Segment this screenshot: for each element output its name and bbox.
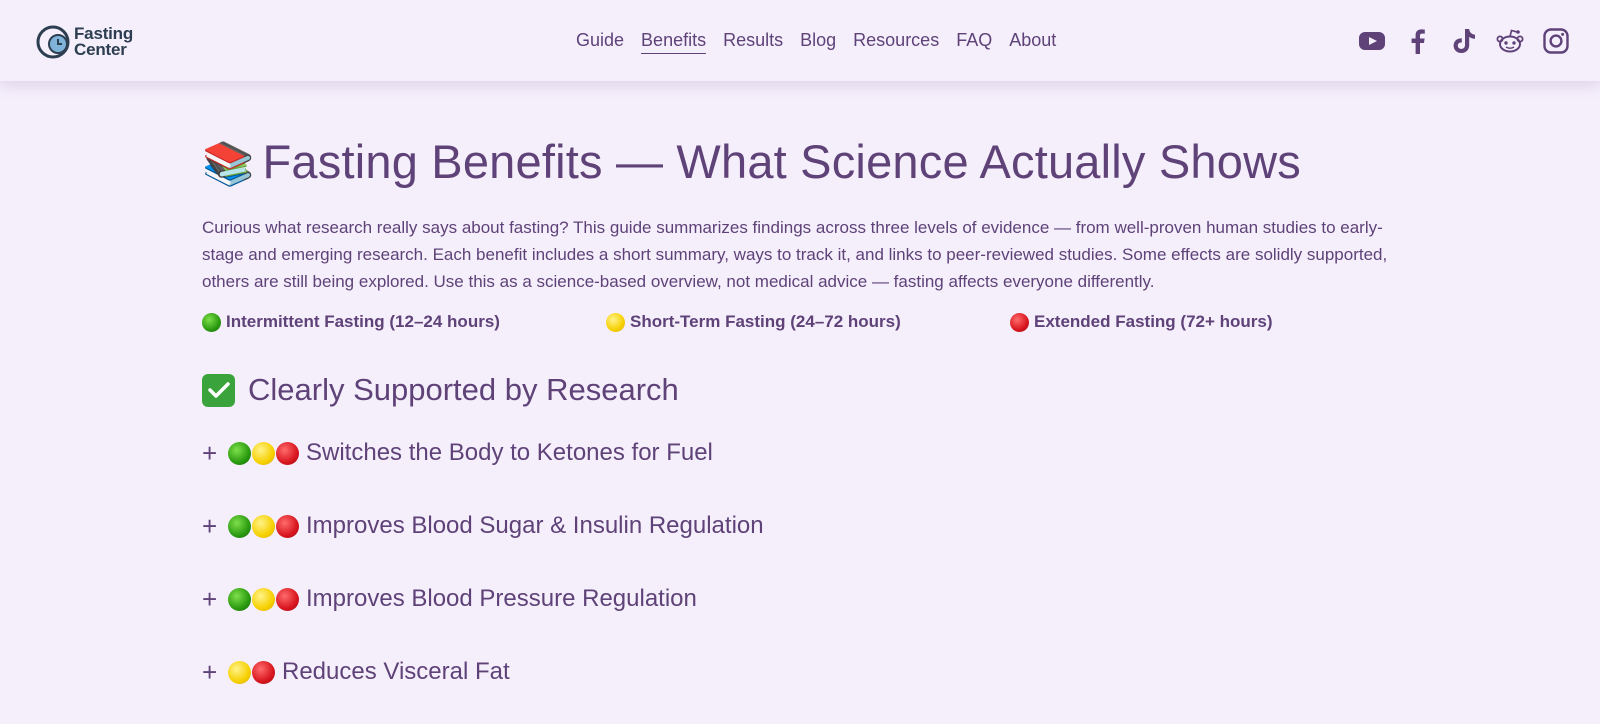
legend-label: Short-Term Fasting (24–72 hours) (630, 312, 901, 331)
red-dot-icon (252, 660, 275, 684)
main-content: 📚 Fasting Benefits — What Science Actuall… (202, 100, 1422, 724)
logo-text: Fasting Center (74, 25, 133, 59)
logo-line-2: Center (74, 40, 127, 59)
legend-item-extended: Extended Fasting (72+ hours) (1010, 312, 1273, 332)
yellow-dot-icon (252, 441, 275, 465)
expand-plus-icon[interactable]: + (202, 584, 228, 615)
expand-plus-icon[interactable]: + (202, 438, 228, 469)
benefit-label: Switches the Body to Ketones for Fuel (306, 439, 713, 466)
youtube-icon[interactable] (1358, 27, 1386, 55)
nav-faq[interactable]: FAQ (956, 30, 992, 54)
fasting-type-dots (228, 660, 276, 684)
red-dot-icon (276, 587, 299, 611)
yellow-dot-icon (228, 660, 251, 684)
yellow-dot-icon (252, 587, 275, 611)
nav-resources[interactable]: Resources (853, 30, 939, 54)
red-dot-icon (1010, 312, 1029, 332)
fasting-type-dots (228, 587, 300, 611)
tiktok-icon[interactable] (1450, 27, 1478, 55)
legend-label: Intermittent Fasting (12–24 hours) (226, 312, 500, 331)
section-heading: Clearly Supported by Research (202, 372, 1422, 408)
site-logo[interactable]: Fasting Center (36, 24, 133, 60)
red-dot-icon (276, 514, 299, 538)
fasting-type-dots (228, 441, 300, 465)
reddit-icon[interactable] (1496, 27, 1524, 55)
intro-paragraph: Curious what research really says about … (202, 218, 1388, 291)
main-nav: Guide Benefits Results Blog Resources FA… (576, 30, 1073, 54)
benefit-label: Reduces Visceral Fat (282, 658, 510, 685)
books-icon: 📚 (202, 140, 255, 187)
section-title: Clearly Supported by Research (248, 372, 679, 407)
clock-logo-icon (36, 25, 70, 59)
benefit-item-blood-pressure[interactable]: + Improves Blood Pressure Regulation (202, 578, 1422, 620)
green-dot-icon (228, 587, 251, 611)
check-mark-icon (202, 373, 235, 407)
expand-plus-icon[interactable]: + (202, 511, 228, 542)
green-dot-icon (202, 312, 221, 332)
facebook-icon[interactable] (1404, 27, 1432, 55)
green-dot-icon (228, 441, 251, 465)
social-links (1358, 27, 1588, 55)
green-dot-icon (228, 514, 251, 538)
yellow-dot-icon (606, 312, 625, 332)
nav-about[interactable]: About (1009, 30, 1056, 54)
expand-plus-icon[interactable]: + (202, 657, 228, 688)
nav-guide[interactable]: Guide (576, 30, 624, 54)
benefit-item-visceral-fat[interactable]: + Reduces Visceral Fat (202, 651, 1422, 693)
benefit-item-blood-sugar[interactable]: + Improves Blood Sugar & Insulin Regulat… (202, 505, 1422, 547)
benefit-list: + Switches the Body to Ketones for Fuel … (202, 432, 1422, 693)
legend-item-intermittent: Intermittent Fasting (12–24 hours) (202, 312, 606, 332)
benefit-label: Improves Blood Pressure Regulation (306, 585, 697, 612)
page-title: 📚 Fasting Benefits — What Science Actuall… (202, 132, 1422, 194)
yellow-dot-icon (252, 514, 275, 538)
fasting-legend: Intermittent Fasting (12–24 hours) Short… (202, 312, 1422, 332)
nav-results[interactable]: Results (723, 30, 783, 54)
fasting-type-dots (228, 514, 300, 538)
site-header: Fasting Center Guide Benefits Results Bl… (0, 0, 1600, 81)
red-dot-icon (276, 441, 299, 465)
instagram-icon[interactable] (1542, 27, 1570, 55)
nav-benefits[interactable]: Benefits (641, 30, 707, 54)
page-title-text: Fasting Benefits — What Science Actually… (262, 135, 1301, 188)
legend-label: Extended Fasting (72+ hours) (1034, 312, 1273, 331)
legend-item-short-term: Short-Term Fasting (24–72 hours) (606, 312, 1010, 332)
benefit-item-ketones[interactable]: + Switches the Body to Ketones for Fuel (202, 432, 1422, 474)
nav-blog[interactable]: Blog (800, 30, 836, 54)
benefit-label: Improves Blood Sugar & Insulin Regulatio… (306, 512, 764, 539)
